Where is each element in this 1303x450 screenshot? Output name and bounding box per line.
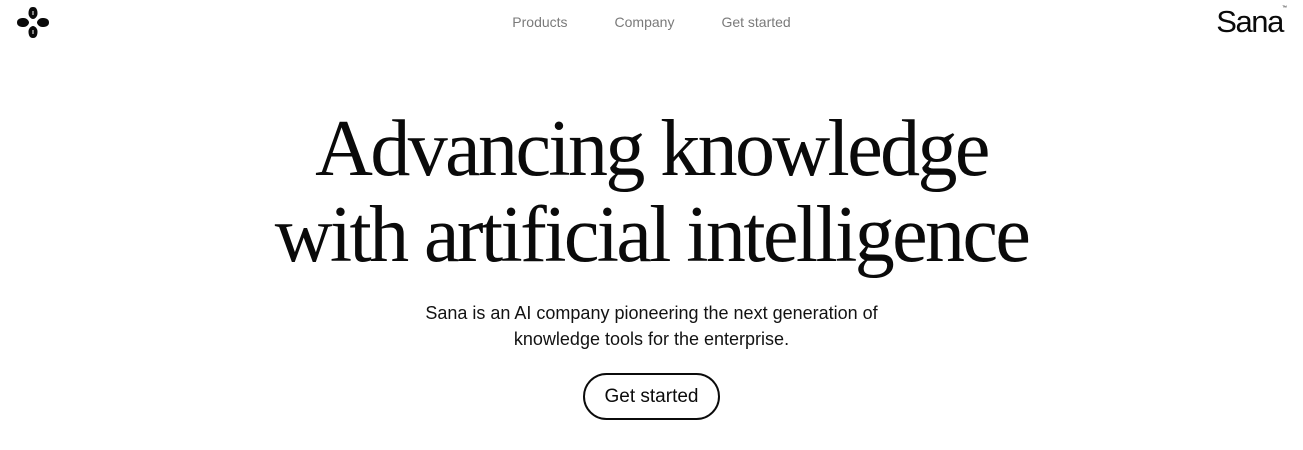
four-petal-logo-icon[interactable] [16, 6, 50, 39]
hero-subtitle-line-1: Sana is an AI company pioneering the nex… [425, 303, 878, 323]
hero-title-line-2: with artificial intelligence [274, 191, 1031, 279]
get-started-button[interactable]: Get started [583, 373, 720, 420]
primary-nav: Products Company Get started [0, 14, 1303, 30]
nav-link-company[interactable]: Company [615, 14, 675, 30]
hero-subtitle: Sana is an AI company pioneering the nex… [0, 300, 1303, 352]
hero-subtitle-line-2: knowledge tools for the enterprise. [513, 329, 790, 349]
brand-wordmark-text: Sana [1216, 4, 1284, 39]
hero-title-line-1: Advancing knowledge [315, 105, 990, 193]
cta-container: Get started [0, 373, 1303, 420]
nav-link-get-started[interactable]: Get started [721, 14, 790, 30]
hero-title: Advancing knowledge with artificial inte… [0, 106, 1303, 278]
trademark-symbol: ™ [1282, 5, 1287, 11]
nav-link-products[interactable]: Products [512, 14, 567, 30]
brand-wordmark[interactable]: Sana ™ [1216, 4, 1287, 39]
site-header: Products Company Get started Sana ™ [0, 0, 1303, 46]
